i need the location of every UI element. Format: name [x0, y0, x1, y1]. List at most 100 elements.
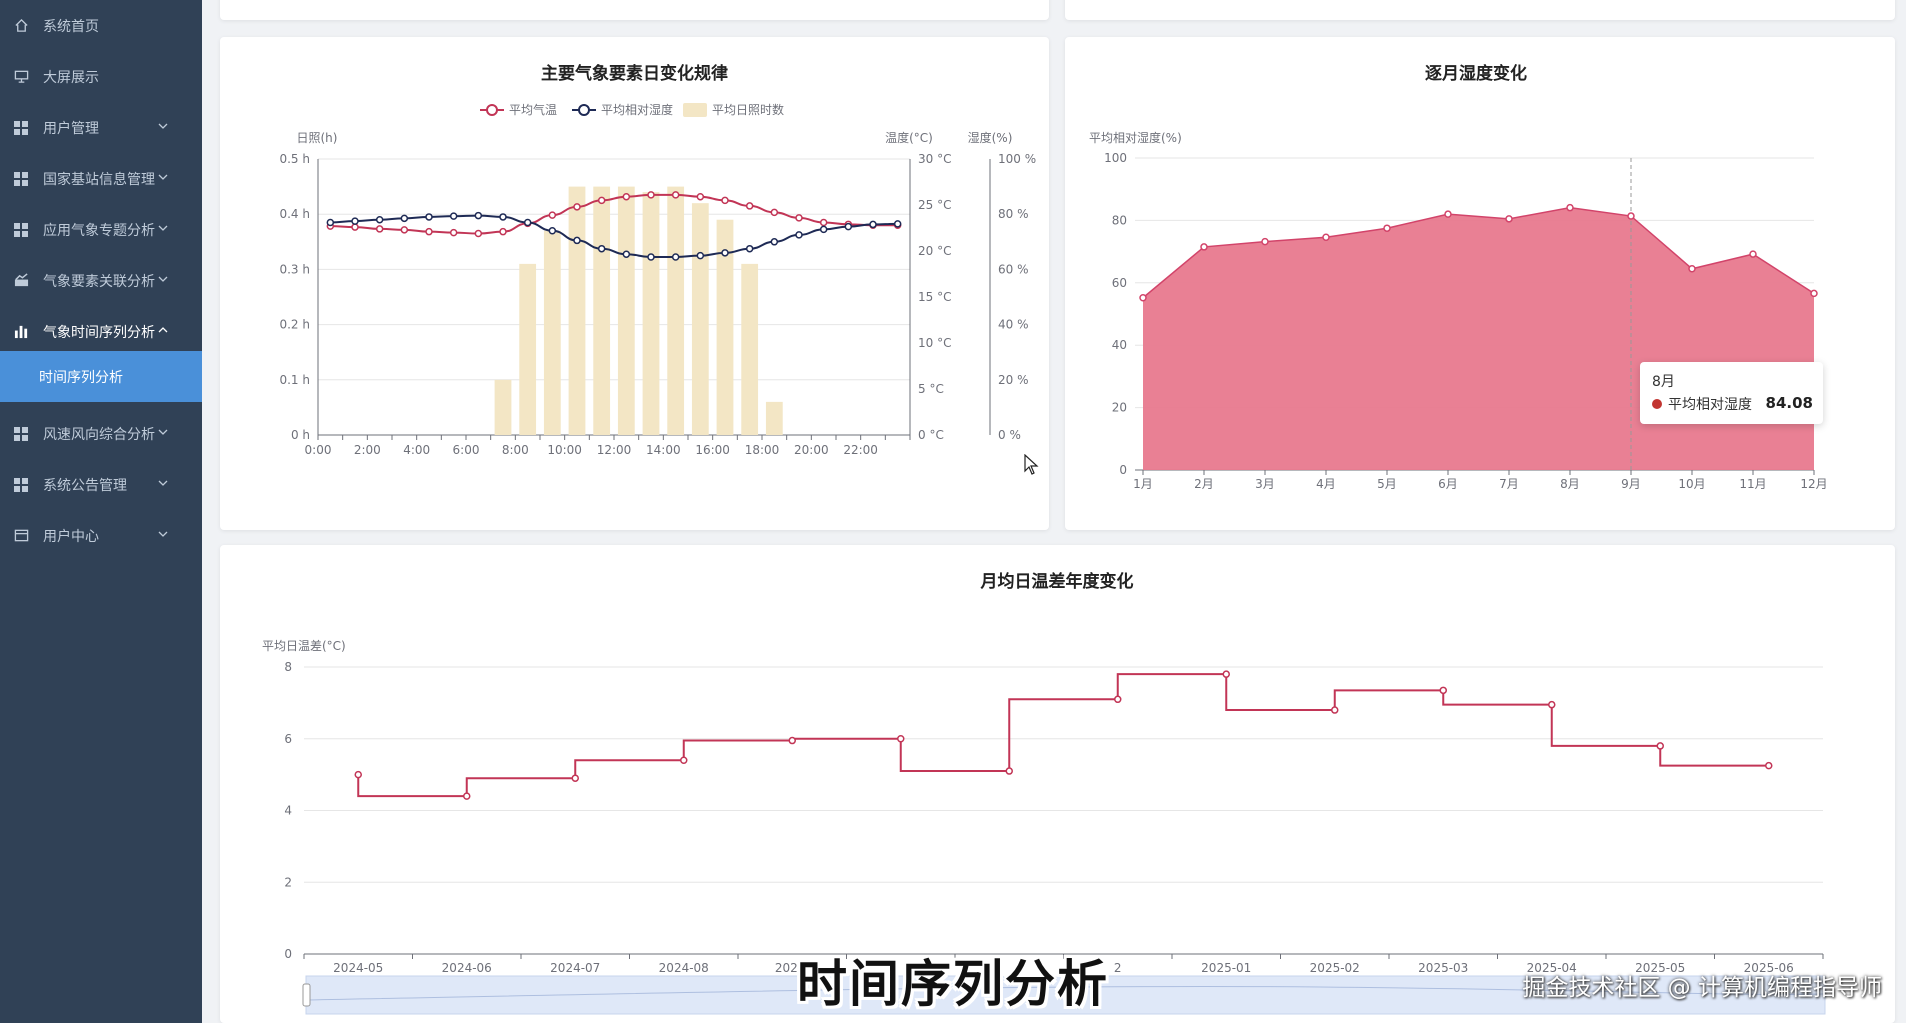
x-tick-label: 9月: [1621, 477, 1641, 491]
humidity-point: [1261, 237, 1269, 246]
sidebar-item-label: 用户中心: [43, 528, 99, 545]
humidity-point: [1383, 224, 1391, 232]
temperature-point: [474, 229, 483, 238]
temp-range-point: [571, 774, 579, 782]
x-tick-label: 1月: [1133, 477, 1153, 491]
chart-tooltip: 8月 平均相对湿度 84.08: [1640, 362, 1823, 424]
sidebar-item-label: 气象时间序列分析: [43, 324, 155, 341]
x-tick-label: 22:00: [843, 443, 878, 457]
grid-icon: [13, 222, 29, 238]
temp-range-point: [1439, 686, 1447, 695]
sidebar-item-7[interactable]: 风速风向综合分析: [0, 408, 202, 459]
chart-title: 主要气象要素日变化规律: [541, 63, 728, 84]
sidebar-item-3[interactable]: 国家基站信息管理: [0, 153, 202, 204]
humidity-point: [449, 212, 458, 220]
tooltip-value: 84.08: [1765, 394, 1813, 412]
humidity-point: [351, 217, 359, 225]
chart-icon: [13, 273, 29, 289]
tooltip-label: 平均相对湿度: [1668, 397, 1752, 413]
x-tick-label: 8月: [1560, 477, 1580, 491]
sunshine-bar: [568, 186, 586, 435]
x-tick-label: 4月: [1316, 477, 1336, 491]
x-tick-label: 7月: [1499, 477, 1519, 491]
sunshine-bar: [617, 186, 635, 435]
y-axis-name-left: 日照(h): [297, 131, 338, 145]
sunshine-bar: [765, 401, 783, 435]
sidebar-item-label: 用户管理: [43, 120, 99, 137]
temp-range-point: [1656, 742, 1664, 750]
y-tick: 0: [1119, 463, 1127, 477]
temp-range-point: [463, 792, 471, 800]
temp-range-point: [1222, 670, 1230, 678]
x-tick-label: 3月: [1255, 477, 1275, 491]
sidebar-item-1[interactable]: 大屏展示: [0, 51, 202, 102]
x-tick-label: 4:00: [403, 443, 430, 457]
sunshine-bar: [691, 203, 709, 435]
sidebar-item-9[interactable]: 用户中心: [0, 510, 202, 561]
sidebar-item-0[interactable]: 系统首页: [0, 0, 202, 51]
x-tick-label: 12月: [1800, 477, 1827, 491]
chart-title: 月均日温差年度变化: [980, 571, 1134, 592]
sidebar-item-8[interactable]: 系统公告管理: [0, 459, 202, 510]
y-tick: 2: [284, 875, 292, 889]
temperature-point: [745, 202, 754, 210]
y-axis-name-humidity: 湿度(%): [968, 130, 1013, 145]
temperature-point: [647, 191, 655, 199]
sidebar-item-4[interactable]: 应用气象专题分析: [0, 204, 202, 255]
x-tick-label: 12:00: [597, 443, 632, 457]
y-tick: 80: [1112, 213, 1127, 227]
humidity-point: [893, 220, 902, 228]
calendar-icon: [13, 528, 29, 544]
humidity-point: [844, 222, 853, 231]
x-tick-label: 16:00: [695, 443, 730, 457]
sidebar-subitem-time-series[interactable]: 时间序列分析: [0, 351, 202, 402]
legend-label: 平均气温: [509, 102, 557, 117]
top-left-card: [220, 0, 1049, 20]
sidebar-item-label: 大屏展示: [43, 69, 99, 86]
x-tick-label: 0:00: [305, 443, 332, 457]
temperature-point: [573, 203, 581, 211]
sidebar-item-label: 系统首页: [43, 18, 99, 35]
humidity-point: [1688, 265, 1696, 273]
sidebar: 系统首页大屏展示用户管理国家基站信息管理应用气象专题分析气象要素关联分析气象时间…: [0, 0, 202, 1023]
y-tick-humidity: 40 %: [998, 318, 1029, 332]
tooltip-series-dot: [1652, 399, 1662, 409]
humidity-point: [573, 236, 581, 245]
temperature-point: [425, 227, 433, 236]
legend-label: 平均相对湿度: [601, 102, 673, 117]
monthly-humidity-chart: 逐月湿度变化平均相对湿度(%) 0 20 40 60 80 100 1月 2月 3月 4月 5月 6月 7…: [1089, 63, 1828, 491]
sidebar-item-label: 风速风向综合分析: [43, 426, 155, 443]
humidity-point: [696, 251, 705, 260]
grid-icon: [13, 171, 29, 187]
y-tick-temp: 15 °C: [918, 290, 951, 304]
sidebar-item-label: 应用气象专题分析: [43, 222, 155, 239]
temperature-point: [548, 211, 557, 219]
sunshine-bar: [593, 186, 611, 435]
legend-label: 平均日照时数: [712, 102, 784, 117]
sidebar-item-2[interactable]: 用户管理: [0, 102, 202, 153]
temp-range-point: [680, 756, 688, 765]
watermark: 掘金技术社区 @ 计算机编程指导师: [1522, 975, 1882, 1001]
sidebar-item-label: 系统公告管理: [43, 477, 127, 494]
humidity-point: [721, 249, 729, 257]
sunshine-bar: [543, 230, 561, 435]
temperature-point: [696, 192, 705, 201]
sunshine-bar: [667, 186, 685, 435]
chevron-down-icon: [158, 425, 168, 435]
sidebar-item-6[interactable]: 气象时间序列分析: [0, 306, 202, 357]
sidebar-item-5[interactable]: 气象要素关联分析: [0, 255, 202, 306]
y-tick-left: 0.5 h: [279, 152, 310, 166]
temp-range-point: [354, 770, 362, 779]
mouse-cursor-icon: [1024, 454, 1039, 475]
x-tick-label: 5月: [1377, 477, 1397, 491]
humidity-point: [819, 225, 828, 234]
humidity-point: [597, 244, 606, 253]
temperature-point: [375, 225, 384, 233]
x-tick-label: 6:00: [453, 443, 480, 457]
bar-chart-icon: [13, 324, 29, 340]
humidity-point: [1139, 294, 1147, 302]
humidity-line: [330, 214, 898, 258]
chevron-down-icon: [158, 119, 168, 129]
humidity-area: [1143, 207, 1814, 470]
humidity-point: [523, 218, 532, 227]
